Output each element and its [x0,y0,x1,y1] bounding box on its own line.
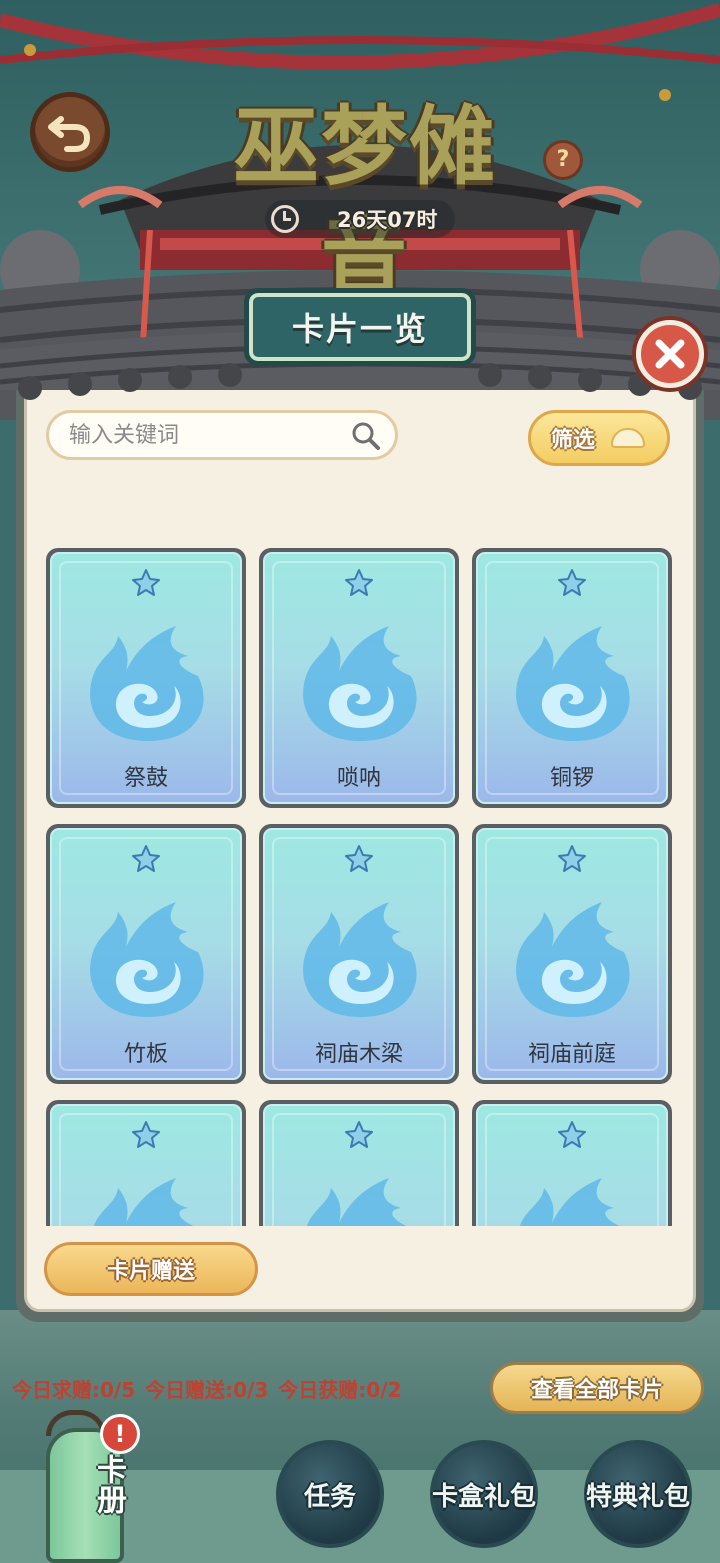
blue-flame-icon [303,626,417,741]
star-icon [132,845,160,872]
card-face [476,1104,668,1226]
card-face: 祠庙木梁 [263,828,455,1080]
daily-request-count: 今日求赠:0/5 [12,1378,136,1402]
gift-card-button[interactable]: 卡片赠送 [44,1242,258,1296]
event-title: 巫梦傩音 [233,96,497,307]
card-name: 唢呐 [336,766,381,791]
modal-title: 卡片一览 [291,310,428,348]
card-item[interactable] [472,1100,672,1226]
card-face: 竹板 [50,828,242,1080]
special-pack-label: 特典礼包 [586,1481,691,1512]
star-icon [558,569,586,596]
daily-stats: 今日求赠:0/5 今日赠送:0/3 今日获赠:0/2 [12,1374,401,1404]
card-item[interactable]: 祠庙木梁 [259,824,459,1084]
search-icon[interactable] [351,421,381,451]
gift-card-label: 卡片赠送 [106,1259,195,1284]
card-name: 竹板 [123,1042,168,1067]
blue-flame-icon [303,902,417,1017]
close-button[interactable] [636,320,704,388]
star-icon [558,1121,586,1148]
card-grid: 祭鼓 唢呐 铜锣竹板 祠庙木梁 祠庙前庭 [40,544,680,1226]
card-name: 祠庙木梁 [314,1042,403,1067]
card-name: 祠庙前庭 [527,1042,616,1067]
timer-text: 26天07时 [337,208,438,232]
blue-flame-icon [90,626,204,741]
chevron-down-icon [611,428,646,448]
tasks-button[interactable]: 任务 [276,1440,384,1548]
card-item[interactable]: 祭鼓 [46,548,246,808]
filter-button[interactable]: 筛选 [528,410,670,466]
card-name: 铜锣 [549,766,594,791]
card-item[interactable]: 祠庙前庭 [472,824,672,1084]
blue-flame-icon [516,902,630,1017]
tasks-label: 任务 [303,1481,356,1512]
daily-gift-count: 今日赠送:0/3 [145,1378,269,1402]
card-face: 祭鼓 [50,552,242,804]
search-box [46,410,398,460]
clock-icon [271,205,299,233]
event-timer: 26天07时 [265,200,455,238]
blue-flame-icon [90,902,204,1017]
card-name: 祭鼓 [123,766,168,791]
question-icon[interactable]: ? [543,140,583,180]
card-face [263,1104,455,1226]
back-arrow-icon [48,116,91,152]
card-item[interactable]: 铜锣 [472,548,672,808]
star-icon [132,569,160,596]
card-item[interactable]: 唢呐 [259,548,459,808]
card-face [50,1104,242,1226]
star-icon [558,845,586,872]
card-box-pack-label: 卡盒礼包 [432,1481,537,1512]
search-input[interactable] [69,422,329,448]
blue-flame-icon [306,1178,407,1226]
view-all-cards-label: 查看全部卡片 [530,1378,663,1403]
card-album-label: 卡册 [91,1454,126,1514]
card-face: 铜锣 [476,552,668,804]
blue-flame-icon [516,626,630,741]
star-icon [132,1121,160,1148]
card-box-pack-button[interactable]: 卡盒礼包 [430,1440,538,1548]
modal-title-plate: 卡片一览 [244,288,476,366]
close-icon [655,339,685,369]
card-item[interactable]: 竹板 [46,824,246,1084]
card-face: 祠庙前庭 [476,828,668,1080]
star-icon [345,845,373,872]
card-item[interactable] [46,1100,246,1226]
filter-label: 筛选 [551,428,596,453]
card-item[interactable] [259,1100,459,1226]
special-pack-button[interactable]: 特典礼包 [584,1440,692,1548]
star-icon [345,569,373,596]
back-button[interactable] [30,92,110,172]
alert-badge: ! [100,1414,140,1454]
star-icon [345,1121,373,1148]
blue-flame-icon [93,1178,194,1226]
daily-received-count: 今日获赠:0/2 [278,1378,402,1402]
blue-flame-icon [519,1178,620,1226]
card-face: 唢呐 [263,552,455,804]
view-all-cards-button[interactable]: 查看全部卡片 [490,1362,704,1414]
